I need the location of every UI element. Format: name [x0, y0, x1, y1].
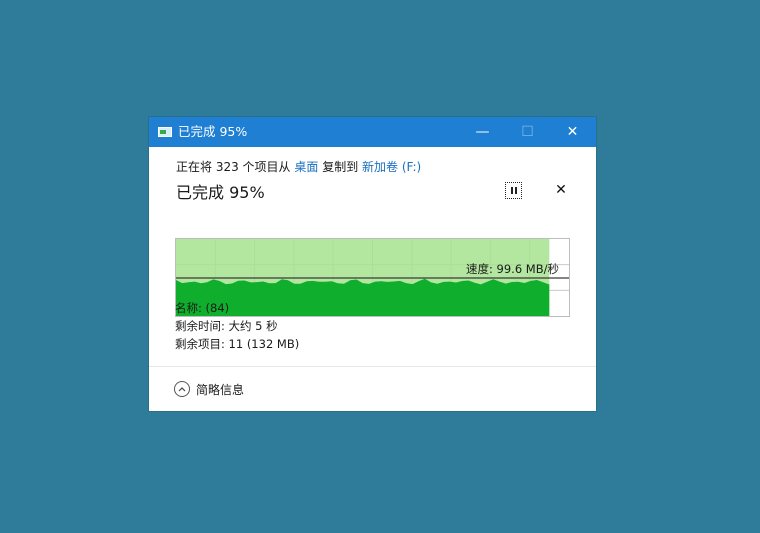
speed-label: 速度: 99.6 MB/秒 — [466, 262, 559, 276]
less-details-button[interactable]: 简略信息 — [174, 379, 244, 399]
throughput-area — [176, 278, 550, 316]
footer-divider — [149, 366, 596, 367]
copy-progress-dialog: 已完成 95% — ☐ ✕ 正在将 323 个项目从 桌面 复制到 新加卷 (F… — [149, 117, 596, 411]
source-link[interactable]: 桌面 — [294, 160, 318, 174]
cancel-button[interactable]: ✕ — [554, 181, 568, 199]
pause-button[interactable] — [505, 182, 522, 199]
minimize-button[interactable]: — — [460, 117, 505, 147]
dialog-content: 正在将 323 个项目从 桌面 复制到 新加卷 (F:) 已完成 95% ✕ 速… — [149, 147, 596, 411]
progress-status: 已完成 95% — [176, 183, 265, 202]
chevron-up-icon — [174, 381, 190, 397]
window-title: 已完成 95% — [178, 124, 248, 139]
file-name: 名称: (84) — [175, 301, 230, 315]
pause-icon — [510, 187, 513, 194]
copy-description: 正在将 323 个项目从 桌面 复制到 新加卷 (F:) — [176, 158, 421, 175]
items-remaining: 剩余项目: 11 (132 MB) — [175, 337, 300, 351]
title-bar[interactable]: 已完成 95% — ☐ ✕ — [149, 117, 596, 147]
time-remaining: 剩余时间: 大约 5 秒 — [175, 319, 278, 333]
maximize-button[interactable]: ☐ — [505, 117, 550, 147]
speed-graph — [175, 238, 570, 317]
copy-dialog-icon — [158, 127, 172, 137]
less-details-label: 简略信息 — [196, 382, 245, 397]
copy-prefix-text: 正在将 323 个项目从 — [176, 160, 295, 174]
destination-link[interactable]: 新加卷 (F:) — [362, 160, 421, 174]
copy-middle-text: 复制到 — [318, 160, 363, 174]
close-button[interactable]: ✕ — [550, 117, 595, 147]
speed-graph-canvas — [176, 239, 569, 316]
